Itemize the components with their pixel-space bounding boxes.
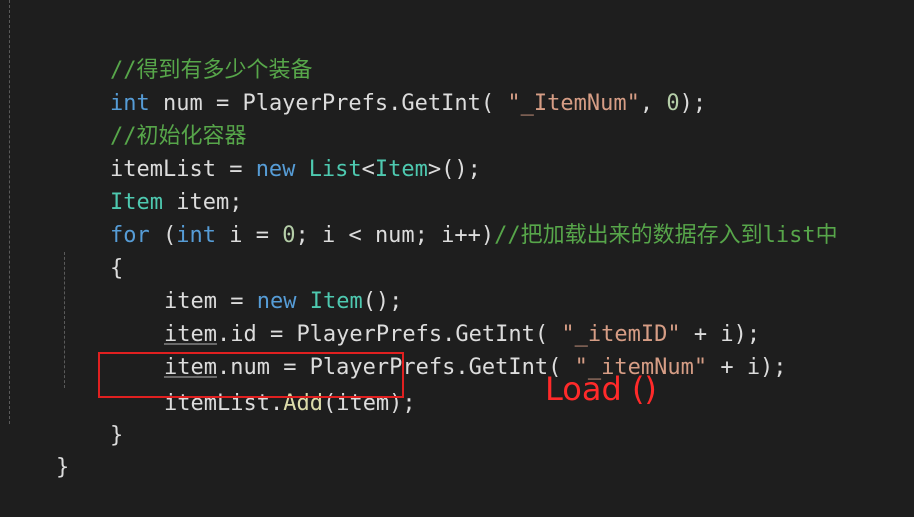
key-suffix: + i); bbox=[707, 355, 787, 380]
close-brace: } bbox=[109, 423, 124, 448]
default-value: 0 bbox=[666, 91, 680, 116]
load-annotation: Load () bbox=[545, 370, 657, 408]
code-line-13[interactable]: } bbox=[0, 418, 69, 480]
close-brace: } bbox=[55, 455, 70, 480]
code-editor[interactable]: //得到有多少个装备 int num = PlayerPrefs.GetInt(… bbox=[0, 0, 914, 480]
code-line-2[interactable]: int num = PlayerPrefs.GetInt( "_ItemNum"… bbox=[0, 54, 706, 116]
loop-init: i = bbox=[215, 223, 283, 248]
keyword-new: new bbox=[255, 157, 296, 182]
code-line-3[interactable]: //初始化容器 bbox=[0, 87, 247, 149]
code-line-10[interactable]: item.num = PlayerPrefs.GetInt( "_itemNum… bbox=[0, 318, 787, 380]
type-item: Item bbox=[374, 157, 428, 182]
comment-load-into-list: //把加载出来的数据存入到list中 bbox=[494, 223, 838, 248]
constructor-call: (); bbox=[441, 157, 481, 182]
loop-start-value: 0 bbox=[282, 223, 296, 248]
generic-open: < bbox=[361, 157, 375, 182]
code-line-5[interactable]: Item item; bbox=[0, 153, 242, 215]
for-open: ( bbox=[149, 223, 177, 248]
string-itemnum-key: "_ItemNum" bbox=[507, 91, 640, 116]
generic-close: > bbox=[427, 157, 442, 182]
code-line-7[interactable]: { bbox=[0, 219, 123, 281]
getint-method: GetInt bbox=[468, 355, 549, 380]
code-line-9[interactable]: item.id = PlayerPrefs.GetInt( "_itemID" … bbox=[0, 285, 760, 347]
code-line-1[interactable]: //得到有多少个装备 bbox=[0, 21, 313, 83]
close-paren: ); bbox=[679, 91, 707, 116]
keyword-int: int bbox=[176, 223, 216, 248]
code-line-6[interactable]: for (int i = 0; i < num; i++)//把加载出来的数据存… bbox=[0, 186, 838, 248]
open-paren: ( bbox=[480, 91, 508, 116]
code-line-8[interactable]: item = new Item(); bbox=[0, 252, 402, 314]
highlight-box bbox=[98, 352, 404, 398]
comma: , bbox=[639, 91, 667, 116]
loop-condition: ; i < num; i++) bbox=[295, 223, 495, 248]
getint-method: GetInt bbox=[401, 91, 481, 116]
code-line-4[interactable]: itemList = new List<Item>(); bbox=[0, 120, 481, 182]
type-list: List bbox=[308, 157, 362, 182]
